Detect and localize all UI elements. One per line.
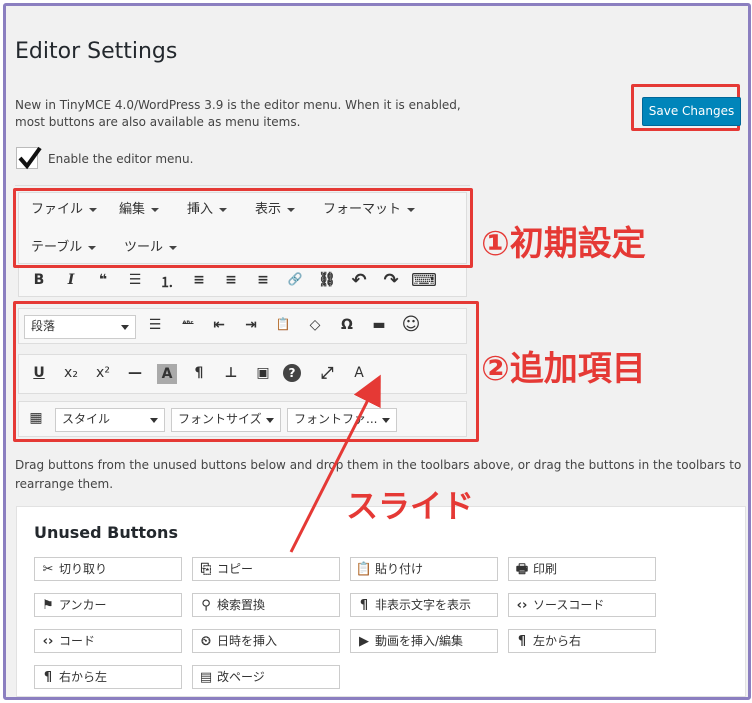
print-icon: 🖶 [515, 562, 529, 577]
save-highlight: Save Changes [631, 84, 741, 131]
description-line-1: New in TinyMCE 4.0/WordPress 3.9 is the … [15, 98, 461, 112]
unused-button-anchor[interactable]: ⚑ アンカー [34, 593, 182, 617]
unused-button-label: コピー [217, 562, 254, 576]
clock-icon: ⏲ [200, 634, 212, 649]
unused-button-search-replace[interactable]: ⚲ 検索置換 [192, 593, 340, 617]
save-button[interactable]: Save Changes [642, 97, 741, 126]
film-icon: ▶ [359, 634, 369, 649]
italic-icon[interactable]: I [59, 272, 83, 288]
page-break-icon: ▤ [199, 670, 213, 685]
unused-button-rtl[interactable]: ¶ 右から左 [34, 665, 182, 689]
bold-icon[interactable]: B [27, 272, 51, 288]
copy-icon: ⎘ [200, 562, 212, 577]
bullet-list-icon[interactable]: ☰ [123, 272, 147, 288]
unused-button-label: アンカー [59, 598, 107, 612]
enable-menu-label: Enable the editor menu. [48, 152, 194, 166]
ltr-icon: ¶ [517, 634, 527, 649]
checkmark-icon [18, 146, 42, 170]
unused-button-label: 日時を挿入 [217, 634, 278, 648]
link-icon[interactable]: 🔗 [283, 272, 307, 286]
unused-button-label: 非表示文字を表示 [375, 598, 472, 612]
page-title: Editor Settings [15, 39, 178, 64]
unused-button-label: 印刷 [533, 562, 558, 576]
unused-button-label: 右から左 [59, 670, 108, 684]
pilcrow-icon: ¶ [359, 598, 369, 613]
rtl-icon: ¶ [43, 670, 53, 685]
numbered-list-icon[interactable]: ⒈ [155, 272, 179, 292]
align-center-icon[interactable]: ≡ [219, 272, 243, 288]
annotation-initial-settings: ①初期設定 [481, 224, 646, 264]
code-icon: ‹› [42, 634, 54, 649]
settings-frame: Editor Settings New in TinyMCE 4.0/WordP… [3, 3, 751, 700]
unused-button-print[interactable]: 🖶 印刷 [508, 557, 656, 581]
scissors-icon: ✂ [42, 562, 54, 577]
undo-icon[interactable]: ↶ [347, 270, 371, 291]
divider [15, 185, 470, 186]
editor-menu-description: New in TinyMCE 4.0/WordPress 3.9 is the … [15, 97, 485, 131]
code-icon: ‹› [516, 598, 528, 613]
unused-button-ltr[interactable]: ¶ 左から右 [508, 629, 656, 653]
description-line-2: most buttons are also available as menu … [15, 115, 301, 129]
unused-button-source-code[interactable]: ‹› ソースコード [508, 593, 656, 617]
unlink-icon[interactable]: ⛓ [315, 272, 339, 288]
unused-buttons-panel: Unused Buttons ✂ 切り取り ⎘ コピー 📋 貼り付け 🖶 印刷 ⚑ アンカ… [16, 506, 746, 697]
unused-button-label: ソースコード [533, 598, 605, 612]
unused-button-copy[interactable]: ⎘ コピー [192, 557, 340, 581]
unused-button-cut[interactable]: ✂ 切り取り [34, 557, 182, 581]
unused-button-label: 改ページ [217, 670, 265, 684]
unused-button-label: 動画を挿入/編集 [375, 634, 464, 648]
enable-menu-checkbox[interactable] [16, 146, 42, 170]
unused-button-code[interactable]: ‹› コード [34, 629, 182, 653]
align-left-icon[interactable]: ≡ [187, 272, 211, 288]
toolbar-primary: B I ❝ ☰ ⒈ ≡ ≡ ≡ 🔗 ⛓ ↶ ↷ ⌨ [18, 267, 467, 297]
added-items-highlight [13, 301, 479, 442]
unused-button-label: コード [59, 634, 96, 648]
keyboard-icon[interactable]: ⌨ [411, 270, 437, 291]
unused-buttons-title: Unused Buttons [34, 523, 178, 542]
binoculars-icon: ⚲ [201, 598, 211, 613]
unused-button-label: 切り取り [59, 562, 108, 576]
annotation-added-items: ②追加項目 [481, 349, 646, 389]
unused-button-insert-datetime[interactable]: ⏲ 日時を挿入 [192, 629, 340, 653]
initial-settings-highlight [13, 188, 473, 268]
unused-button-label: 検索置換 [217, 598, 266, 612]
unused-button-insert-video[interactable]: ▶ 動画を挿入/編集 [350, 629, 498, 653]
annotation-slide: スライド [346, 487, 475, 525]
unused-button-page-break[interactable]: ▤ 改ページ [192, 665, 340, 689]
unused-button-show-invisibles[interactable]: ¶ 非表示文字を表示 [350, 593, 498, 617]
unused-button-paste[interactable]: 📋 貼り付け [350, 557, 498, 581]
unused-button-label: 左から右 [533, 634, 582, 648]
redo-icon[interactable]: ↷ [379, 270, 403, 291]
unused-button-label: 貼り付け [375, 562, 424, 576]
align-right-icon[interactable]: ≡ [251, 272, 275, 288]
bookmark-icon: ⚑ [42, 598, 54, 613]
blockquote-icon[interactable]: ❝ [91, 272, 115, 288]
drag-instructions-line-1: Drag buttons from the unused buttons bel… [15, 458, 742, 472]
paste-icon: 📋 [355, 562, 373, 577]
